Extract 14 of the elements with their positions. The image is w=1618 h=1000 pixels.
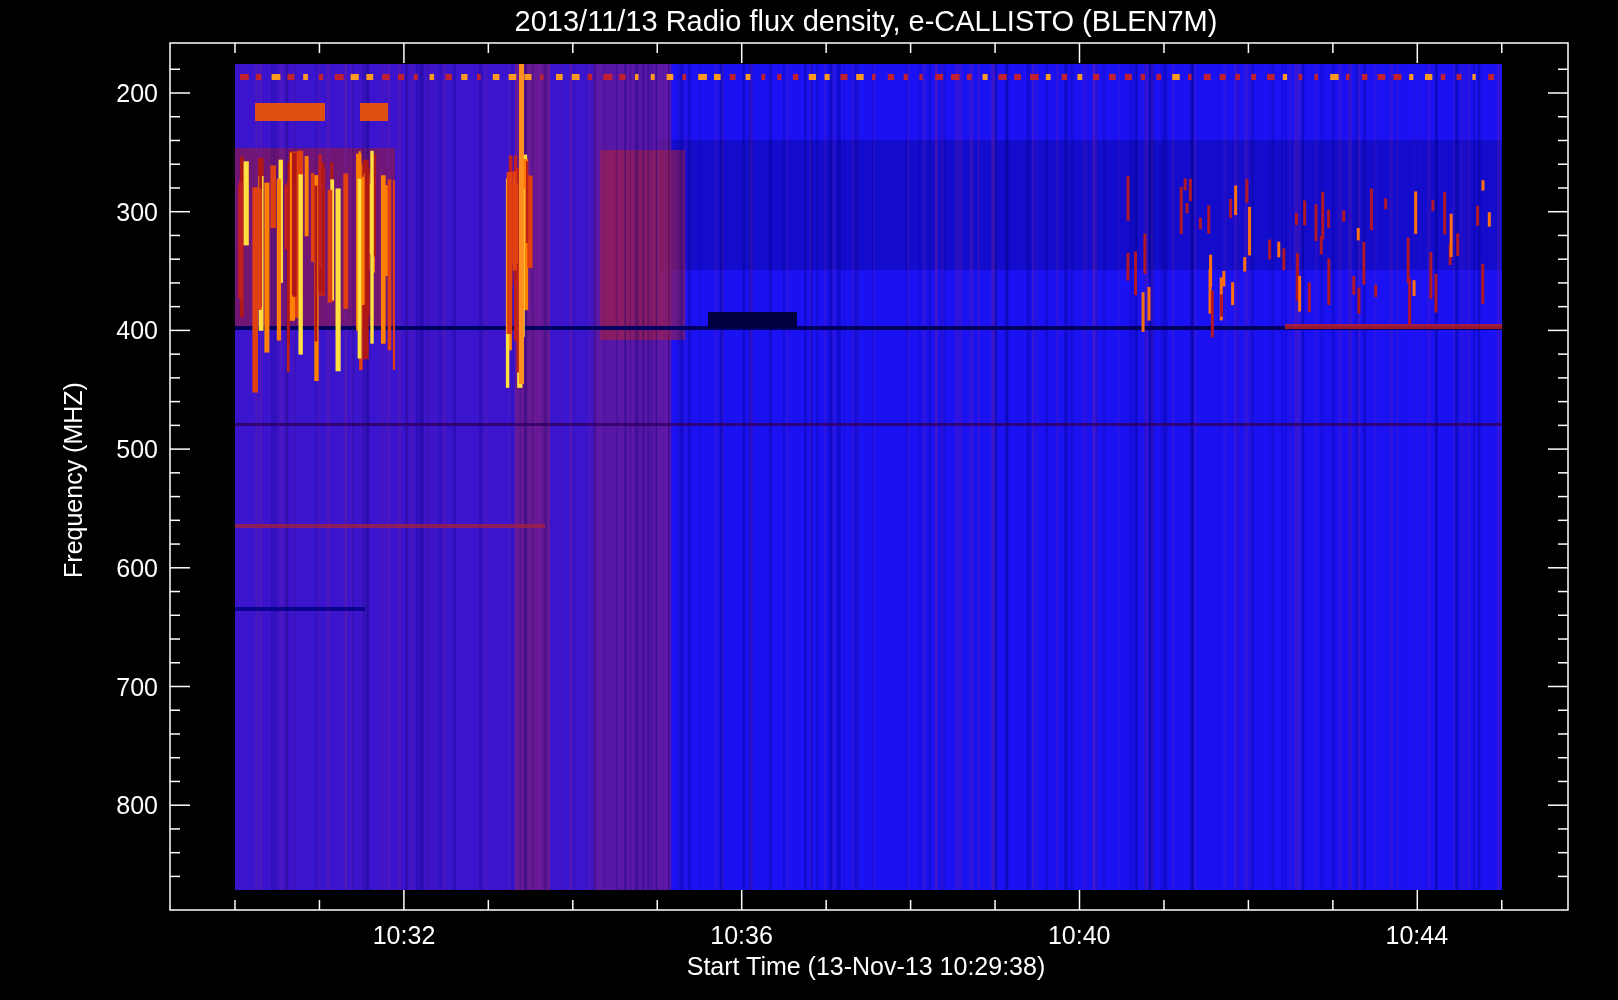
tick-label: 10:40 <box>1047 921 1111 949</box>
tick-label: 500 <box>116 435 158 464</box>
tick-label: 10:44 <box>1385 921 1449 949</box>
axis-label: Start Time (13-Nov-13 10:29:38) <box>686 952 1046 980</box>
tick-label: 200 <box>116 79 158 107</box>
tick-label: 600 <box>116 553 158 582</box>
tick-label: 800 <box>116 791 158 820</box>
tick-label: 10:36 <box>710 921 773 949</box>
tick-label: 700 <box>116 672 158 701</box>
axis-label: Frequency (MHZ) <box>59 382 87 578</box>
tick-label: 10:32 <box>372 921 436 949</box>
plot-title: 2013/11/13 Radio flux density, e-CALLISTO (BLEN7M) <box>514 5 1218 37</box>
tick-label: 400 <box>116 316 158 345</box>
tick-label: 300 <box>116 197 158 226</box>
